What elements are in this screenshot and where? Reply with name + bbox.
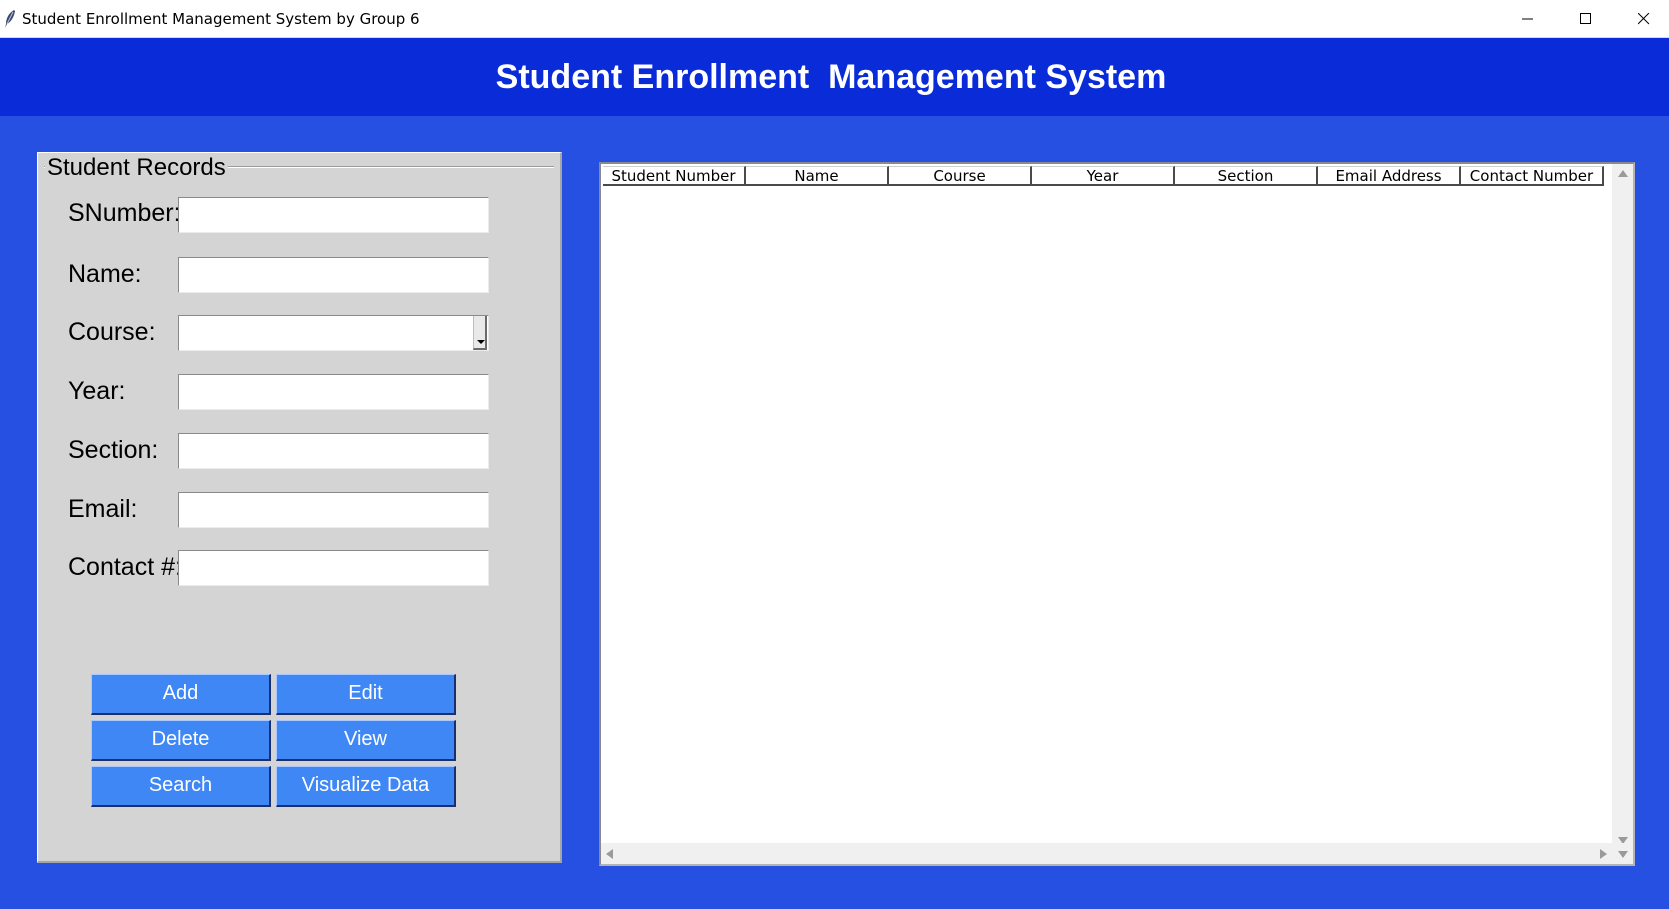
scroll-left-icon[interactable] (606, 849, 613, 859)
name-input[interactable] (178, 257, 489, 293)
feather-icon (5, 10, 15, 28)
close-icon (1638, 13, 1650, 25)
maximize-button[interactable] (1557, 0, 1615, 38)
table-header: Student Number Name Course Year Section … (603, 166, 1604, 186)
window-titlebar: Student Enrollment Management System by … (0, 0, 1669, 38)
contact-input[interactable] (178, 550, 489, 586)
snumber-label: SNumber: (68, 199, 181, 227)
snumber-input[interactable] (178, 197, 489, 233)
course-label: Course: (68, 318, 156, 346)
panel-legend: Student Records (45, 154, 228, 182)
contact-label: Contact #: (68, 553, 182, 581)
column-header-section[interactable]: Section (1175, 166, 1318, 186)
scrollbar-corner (1612, 843, 1633, 864)
course-combobox[interactable] (178, 315, 489, 351)
year-label: Year: (68, 377, 126, 405)
scroll-down-corner-icon[interactable] (1618, 851, 1628, 858)
delete-button[interactable]: Delete (91, 720, 271, 761)
student-table[interactable]: Student Number Name Course Year Section … (599, 162, 1635, 866)
column-header-course[interactable]: Course (889, 166, 1032, 186)
add-button[interactable]: Add (91, 674, 271, 715)
year-input[interactable] (178, 374, 489, 410)
email-label: Email: (68, 495, 138, 523)
column-header-email-address[interactable]: Email Address (1318, 166, 1461, 186)
minimize-icon (1522, 18, 1533, 20)
page-title: Student Enrollment Management System (495, 58, 1167, 96)
section-input[interactable] (178, 433, 489, 469)
student-records-panel: Student Records SNumber: Name: Course: Y… (37, 152, 562, 863)
minimize-button[interactable] (1499, 0, 1557, 38)
column-header-student-number[interactable]: Student Number (603, 166, 746, 186)
maximize-icon (1580, 13, 1591, 24)
header-banner: Student Enrollment Management System (0, 38, 1669, 116)
edit-button[interactable]: Edit (276, 674, 456, 715)
close-button[interactable] (1615, 0, 1669, 38)
email-input[interactable] (178, 492, 489, 528)
name-label: Name: (68, 260, 142, 288)
chevron-down-icon (477, 340, 485, 344)
column-header-year[interactable]: Year (1032, 166, 1175, 186)
column-header-name[interactable]: Name (746, 166, 889, 186)
scroll-right-icon[interactable] (1600, 849, 1607, 859)
window-title: Student Enrollment Management System by … (22, 10, 420, 28)
course-dropdown-button[interactable] (473, 316, 487, 350)
horizontal-scrollbar[interactable] (601, 843, 1612, 864)
vertical-scrollbar[interactable] (1612, 164, 1633, 850)
search-button[interactable]: Search (91, 766, 271, 807)
visualize-data-button[interactable]: Visualize Data (276, 766, 456, 807)
view-button[interactable]: View (276, 720, 456, 761)
scroll-up-icon[interactable] (1618, 170, 1628, 177)
section-label: Section: (68, 436, 159, 464)
column-header-contact-number[interactable]: Contact Number (1461, 166, 1604, 186)
